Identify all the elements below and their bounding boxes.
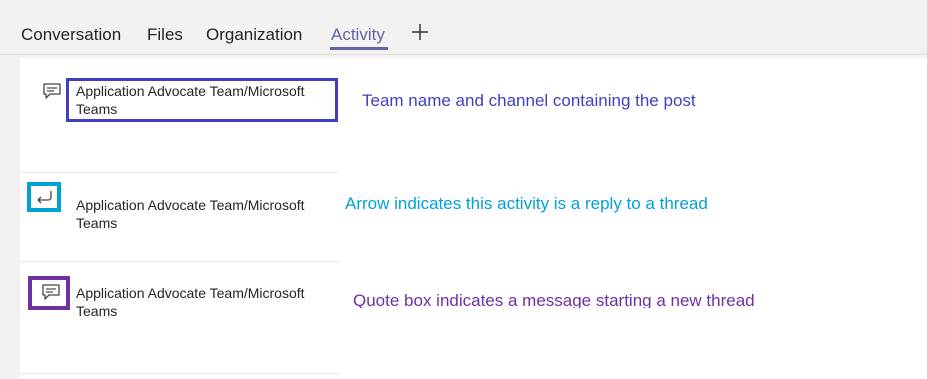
tab-bar: Conversation Files Organization Activity [0,0,927,55]
row-divider [20,373,340,374]
row-divider [20,261,340,262]
row-divider [20,172,340,173]
chat-bubble-icon [42,284,60,300]
activity-item-2[interactable]: Application Advocate Team/Microsoft Team… [76,196,336,232]
highlight-box-team-channel [66,78,338,122]
tab-activity[interactable]: Activity [331,25,385,45]
tab-organization[interactable]: Organization [206,25,302,45]
reply-arrow-icon [37,191,52,204]
active-tab-indicator [330,47,388,50]
annotation-quote-box: Quote box indicates a message starting a… [353,291,755,308]
annotation-team-channel: Team name and channel containing the pos… [362,91,696,110]
channel-path-cont: Teams [76,303,118,319]
add-tab-icon[interactable] [410,22,430,42]
tab-files[interactable]: Files [147,25,183,45]
chat-bubble-icon [43,83,61,99]
channel-path: Application Advocate Team/Microsoft [76,285,305,301]
tab-conversation[interactable]: Conversation [21,25,121,45]
activity-item-3[interactable]: Application Advocate Team/Microsoft Team… [76,284,336,320]
channel-path-cont: Teams [76,215,118,231]
annotation-reply-arrow: Arrow indicates this activity is a reply… [345,194,708,213]
channel-path: Application Advocate Team/Microsoft [76,197,305,213]
